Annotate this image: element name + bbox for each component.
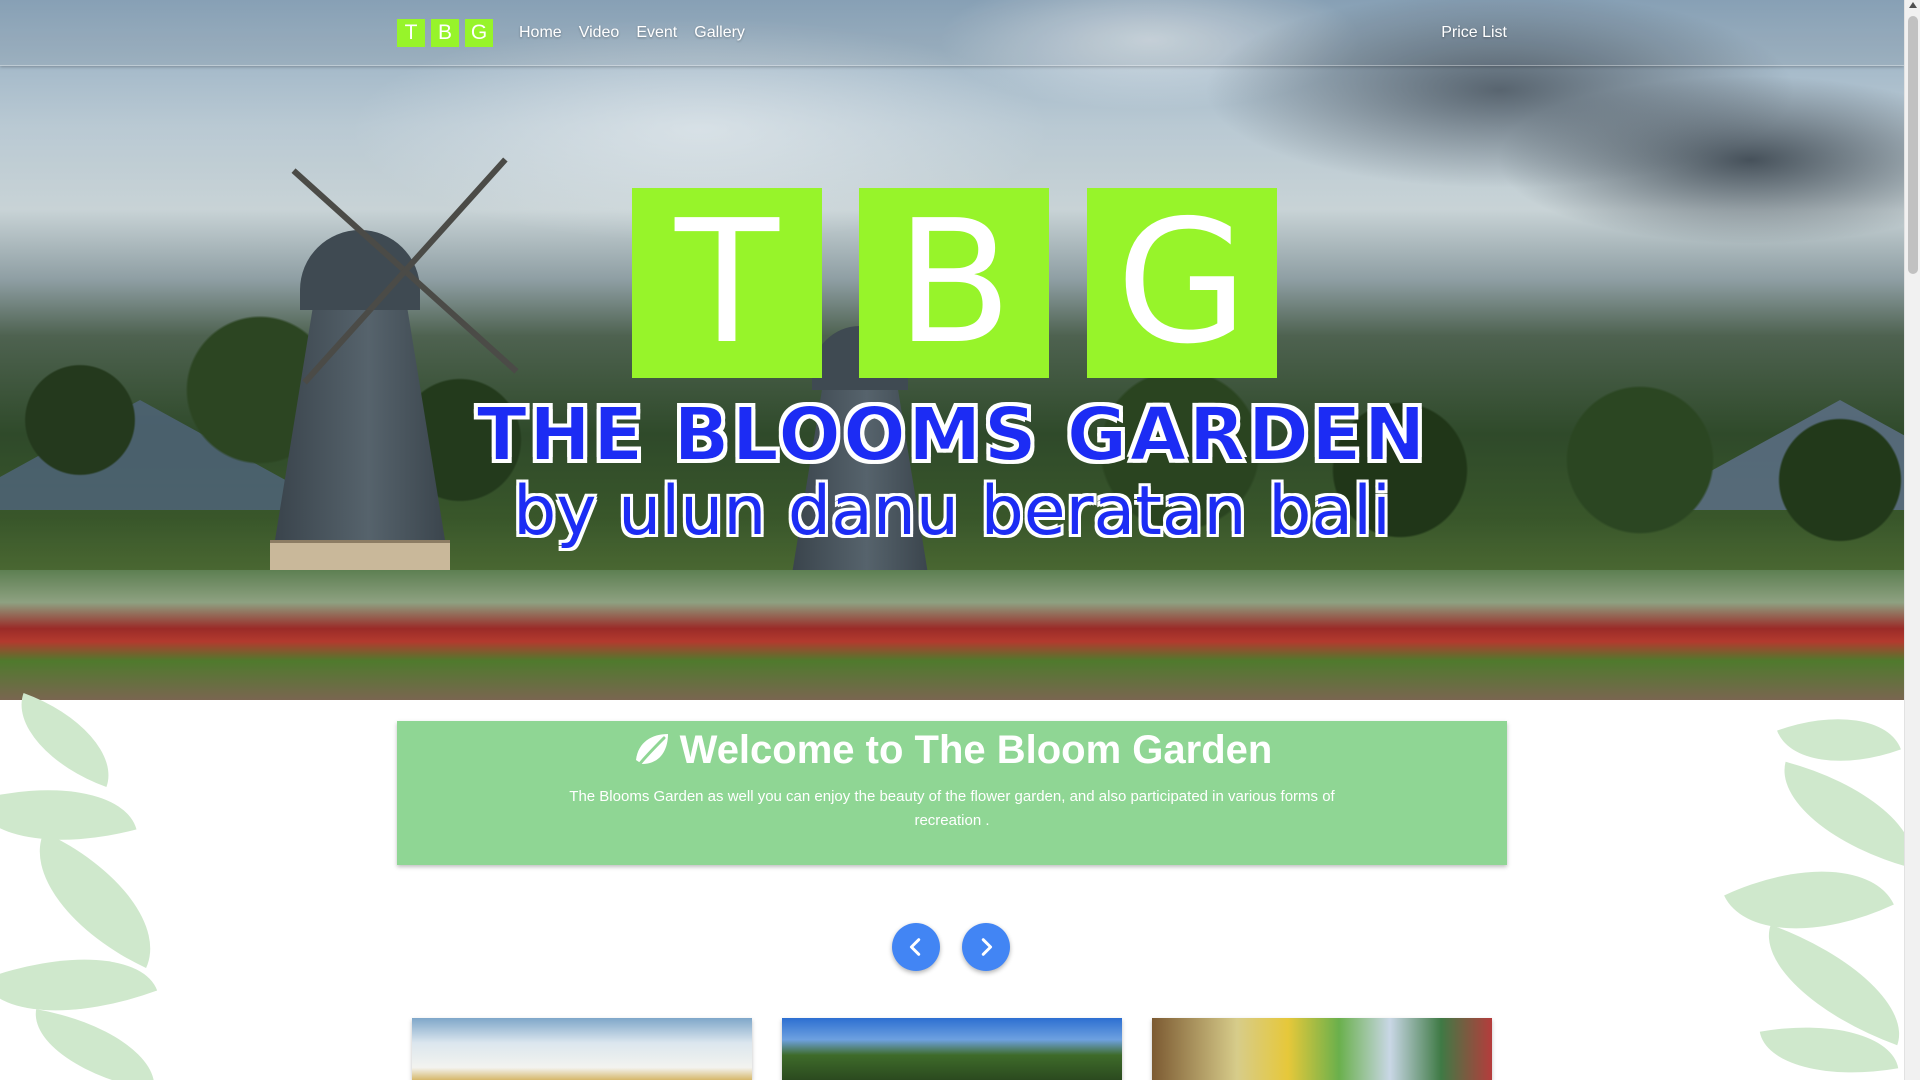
hero-title: THE BLOOMS GARDEN (475, 391, 1428, 479)
nav-link-gallery[interactable]: Gallery (694, 24, 745, 42)
hero-flower-garden (0, 570, 1904, 700)
nav-link-video[interactable]: Video (579, 24, 620, 42)
leaf-icon (635, 734, 668, 768)
gallery-card[interactable] (1152, 1018, 1492, 1080)
nav-link-event[interactable]: Event (636, 24, 677, 42)
hero-subtitle: by ulun danu beratan bali (513, 472, 1391, 551)
welcome-panel: Welcome to The Bloom Garden The Blooms G… (397, 721, 1507, 865)
brand-letter: T (397, 19, 425, 47)
nav-link-home[interactable]: Home (519, 24, 562, 42)
gallery-card[interactable] (412, 1018, 752, 1080)
page-scrollbar[interactable] (1904, 0, 1920, 1080)
brand-letter: G (465, 19, 493, 47)
chevron-left-icon (909, 938, 921, 956)
hero-logo: T B G (632, 188, 1277, 380)
leaf-decoration-right (1724, 692, 1920, 1080)
leaf-decoration-left (0, 692, 180, 1080)
welcome-description: The Blooms Garden as well you can enjoy … (569, 788, 1335, 829)
carousel-next-button[interactable] (962, 923, 1010, 971)
scroll-up-arrow-icon[interactable] (1909, 2, 1917, 8)
nav-link-price-list[interactable]: Price List (1441, 24, 1507, 42)
brand-logo[interactable]: T B G (397, 19, 493, 47)
top-navbar: T B G Home Video Event Gallery Price Lis… (0, 0, 1904, 66)
scrollbar-thumb[interactable] (1908, 16, 1918, 274)
welcome-heading: Welcome to The Bloom Garden (397, 727, 1507, 773)
brand-letter: B (431, 19, 459, 47)
hero-logo-letter: G (1087, 188, 1277, 378)
welcome-title: Welcome to The Bloom Garden (679, 727, 1273, 772)
hero-logo-letter: T (632, 188, 822, 378)
carousel-prev-button[interactable] (892, 923, 940, 971)
hero-logo-letter: B (859, 188, 1049, 378)
nav-links: Home Video Event Gallery (519, 24, 745, 42)
chevron-right-icon (981, 938, 993, 956)
gallery-card[interactable] (782, 1018, 1122, 1080)
